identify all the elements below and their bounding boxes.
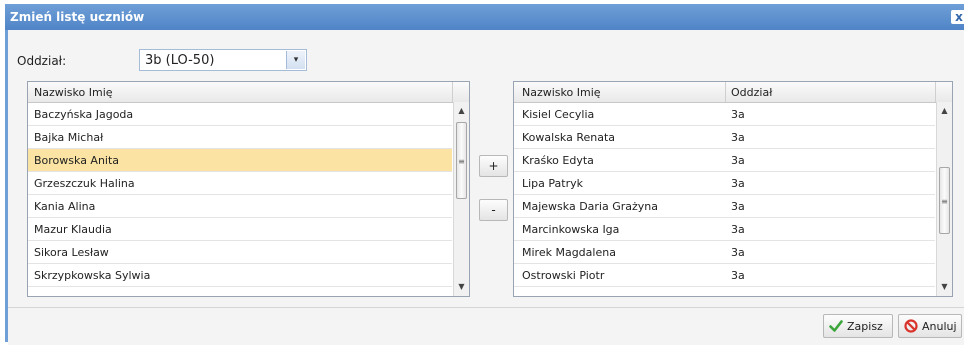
scroll-up-icon[interactable]: ▲	[454, 104, 469, 118]
student-name: Borowska Anita	[34, 154, 120, 167]
student-name: Marcinkowska Iga	[522, 223, 620, 236]
column-divider	[725, 82, 726, 102]
student-name: Bajka Michał	[34, 131, 104, 144]
scroll-up-icon[interactable]: ▲	[937, 104, 952, 118]
checkmark-icon	[829, 320, 843, 332]
table-row[interactable]: Ostrowski Piotr 3a	[514, 264, 935, 287]
student-class: 3a	[731, 131, 745, 144]
scroll-thumb[interactable]: ≡	[456, 122, 467, 199]
vertical-scrollbar[interactable]: ▲ ≡ ▼	[453, 102, 469, 296]
column-header-name[interactable]: Nazwisko Imię	[522, 86, 601, 99]
student-class: 3a	[731, 154, 745, 167]
student-name: Kraśko Edyta	[522, 154, 594, 167]
student-name: Grzeszczuk Halina	[34, 177, 135, 190]
cancel-button-label: Anuluj	[922, 320, 957, 333]
table-row[interactable]: Lipa Patryk 3a	[514, 172, 935, 195]
student-name: Lipa Patryk	[522, 177, 583, 190]
student-class: 3a	[731, 269, 745, 282]
student-class: 3a	[731, 177, 745, 190]
scroll-thumb[interactable]: ≡	[939, 167, 950, 234]
student-name: Majewska Daria Grażyna	[522, 200, 659, 213]
available-students-grid: Nazwisko Imię Baczyńska Jagoda Bajka Mich…	[27, 81, 470, 297]
column-divider	[935, 82, 936, 102]
table-row[interactable]: Kisiel Cecylia 3a	[514, 103, 935, 126]
student-name: Ostrowski Piotr	[522, 269, 605, 282]
student-name: Kania Alina	[34, 200, 96, 213]
table-row[interactable]: Mirek Magdalena 3a	[514, 241, 935, 264]
student-name: Mirek Magdalena	[522, 246, 616, 259]
remove-student-button[interactable]: -	[479, 199, 508, 221]
table-row[interactable]: Kania Alina	[28, 195, 452, 218]
student-class: 3a	[731, 246, 745, 259]
student-name: Skrzypkowska Sylwia	[34, 269, 151, 282]
table-row[interactable]: Majewska Daria Grażyna 3a	[514, 195, 935, 218]
scroll-down-icon[interactable]: ▼	[454, 280, 469, 294]
student-name: Mazur Klaudia	[34, 223, 112, 236]
close-icon[interactable]: x	[951, 10, 964, 24]
column-header-class[interactable]: Oddział	[731, 86, 772, 99]
table-row[interactable]: Bajka Michał	[28, 126, 452, 149]
add-student-button[interactable]: +	[479, 155, 508, 177]
student-name: Kowalska Renata	[522, 131, 616, 144]
table-row[interactable]: Borowska Anita	[28, 149, 452, 172]
student-class: 3a	[731, 200, 745, 213]
student-class: 3a	[731, 223, 745, 236]
dialog-titlebar[interactable]: Zmień listę uczniów x	[5, 4, 964, 30]
grid-header: Nazwisko Imię Oddział	[514, 82, 952, 103]
no-entry-icon	[904, 319, 918, 333]
dialog-title: Zmień listę uczniów	[10, 10, 145, 24]
assigned-students-grid: Nazwisko Imię Oddział Kisiel Cecylia 3a Ko…	[513, 81, 953, 297]
column-divider	[452, 82, 453, 102]
student-name: Kisiel Cecylia	[522, 108, 595, 121]
student-name: Baczyńska Jagoda	[34, 108, 134, 121]
table-row[interactable]: Marcinkowska Iga 3a	[514, 218, 935, 241]
cancel-button[interactable]: Anuluj	[898, 314, 962, 338]
class-filter-label: Oddział:	[17, 54, 67, 68]
table-row[interactable]: Sikora Lesław	[28, 241, 452, 264]
chevron-down-icon[interactable]: ▾	[286, 51, 305, 69]
save-button-label: Zapisz	[847, 320, 883, 333]
vertical-scrollbar[interactable]: ▲ ≡ ▼	[936, 102, 952, 296]
table-row[interactable]: Baczyńska Jagoda	[28, 103, 452, 126]
table-row[interactable]: Kraśko Edyta 3a	[514, 149, 935, 172]
table-row[interactable]: Grzeszczuk Halina	[28, 172, 452, 195]
student-name: Sikora Lesław	[34, 246, 109, 259]
table-row[interactable]: Kowalska Renata 3a	[514, 126, 935, 149]
table-row[interactable]: Mazur Klaudia	[28, 218, 452, 241]
grid-header: Nazwisko Imię	[28, 82, 469, 103]
column-header-name[interactable]: Nazwisko Imię	[34, 86, 113, 99]
table-row[interactable]: Skrzypkowska Sylwia	[28, 264, 452, 287]
student-class: 3a	[731, 108, 745, 121]
footer-divider	[8, 307, 964, 308]
change-student-list-dialog: Zmień listę uczniów x Oddział: 3b (LO-50…	[0, 0, 964, 347]
scroll-down-icon[interactable]: ▼	[937, 280, 952, 294]
class-select[interactable]: 3b (LO-50) ▾	[139, 49, 307, 71]
save-button[interactable]: Zapisz	[823, 314, 893, 338]
class-select-value: 3b (LO-50)	[145, 53, 215, 68]
